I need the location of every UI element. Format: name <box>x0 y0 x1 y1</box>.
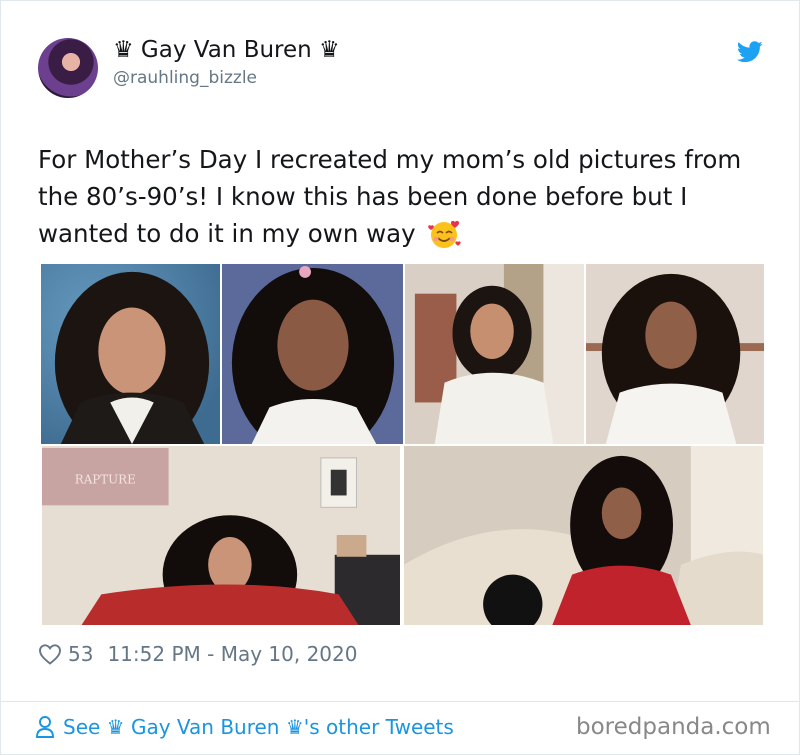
photo-2[interactable] <box>221 263 404 445</box>
photo-1[interactable] <box>40 263 221 445</box>
tweet-meta: 53 11:52 PM - May 10, 2020 <box>38 642 357 666</box>
photo-3[interactable] <box>404 263 585 445</box>
like-count[interactable]: 53 <box>68 642 93 666</box>
photo-4[interactable] <box>585 263 765 445</box>
person-icon <box>36 716 54 738</box>
see-other-tweets-link[interactable]: See ♛ Gay Van Buren ♛'s other Tweets <box>35 715 454 739</box>
watermark: boredpanda.com <box>576 714 771 740</box>
poster-label: RAPTURE <box>75 473 136 487</box>
tweet-card: ♛ Gay Van Buren ♛ @rauhling_bizzle For M… <box>0 0 800 755</box>
twitter-bird-icon[interactable] <box>737 41 763 63</box>
user-handle[interactable]: @rauhling_bizzle <box>113 68 257 88</box>
tweet-timestamp[interactable]: 11:52 PM - May 10, 2020 <box>107 642 357 666</box>
heart-icon[interactable] <box>38 643 62 665</box>
smiling-face-with-hearts-icon <box>428 220 462 248</box>
photo-grid[interactable]: RAPTURE <box>40 263 765 626</box>
photo-5[interactable]: RAPTURE <box>40 445 402 626</box>
photo-6[interactable] <box>402 445 765 626</box>
divider <box>1 701 800 702</box>
avatar[interactable] <box>38 38 98 98</box>
tweet-body: For Mother’s Day I recreated my mom’s ol… <box>38 145 742 248</box>
tweet-text: For Mother’s Day I recreated my mom’s ol… <box>38 141 768 252</box>
display-name[interactable]: ♛ Gay Van Buren ♛ <box>113 37 340 63</box>
see-other-tweets-label[interactable]: See ♛ Gay Van Buren ♛'s other Tweets <box>63 715 454 739</box>
